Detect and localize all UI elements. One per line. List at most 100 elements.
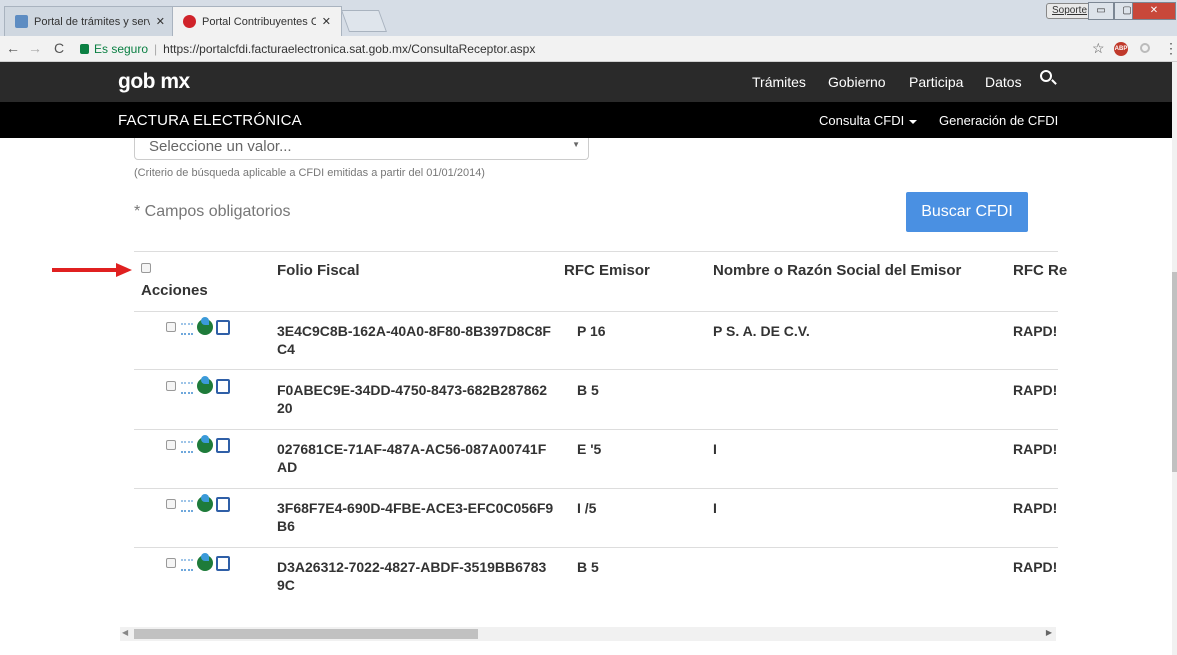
vertical-scrollbar[interactable]: [1172, 62, 1177, 655]
xml-download-icon[interactable]: [180, 498, 194, 512]
gob-logo[interactable]: gob mx: [118, 70, 190, 94]
rfc-receptor: RAPD!: [1013, 500, 1058, 516]
lock-icon: [80, 44, 89, 54]
horizontal-scroll-thumb[interactable]: [134, 629, 478, 639]
row-actions: [166, 376, 230, 394]
web-view-icon[interactable]: [197, 376, 213, 394]
document-icon[interactable]: [216, 437, 230, 453]
folio-fiscal: F0ABEC9E-34DD-4750-8473-682B287862: [277, 382, 548, 398]
select-value: Seleccione un valor...: [149, 138, 292, 155]
web-view-icon[interactable]: [197, 553, 213, 571]
rfc-emisor: E '5: [577, 441, 602, 457]
row-checkbox[interactable]: [166, 558, 176, 568]
soporte-button[interactable]: Soporte: [1046, 3, 1094, 19]
tab-title: Portal Contribuyentes CF: [202, 15, 316, 28]
row-checkbox[interactable]: [166, 322, 176, 332]
rfc-receptor: RAPD!: [1013, 441, 1058, 457]
select-all-checkbox[interactable]: [141, 263, 151, 273]
browser-tab-portal-tramites[interactable]: Portal de trámites y servi ✕: [4, 6, 176, 36]
xml-download-icon[interactable]: [180, 380, 194, 394]
nav-tramites[interactable]: Trámites: [752, 74, 806, 90]
reload-icon[interactable]: C: [54, 40, 64, 56]
row-divider: [134, 488, 1058, 489]
browser-tab-strip: Portal de trámites y servi ✕ Portal Cont…: [0, 0, 1177, 36]
header-folio-fiscal[interactable]: Folio Fiscal: [277, 262, 360, 279]
document-icon[interactable]: [216, 378, 230, 394]
red-arrow-annotation: [52, 263, 132, 277]
factura-title: FACTURA ELECTRÓNICA: [118, 112, 302, 129]
sat-favicon-icon: [15, 15, 28, 28]
folio-fiscal-tail: 9C: [277, 577, 295, 593]
web-view-icon[interactable]: [197, 435, 213, 453]
vertical-scroll-thumb[interactable]: [1172, 272, 1177, 472]
scroll-right-icon[interactable]: ▶: [1046, 628, 1052, 637]
document-icon[interactable]: [216, 555, 230, 571]
required-fields-note: * Campos obligatorios: [134, 203, 291, 220]
row-actions: [166, 553, 230, 571]
generacion-cfdi-link[interactable]: Generación de CFDI: [939, 113, 1058, 128]
header-rfc-emisor[interactable]: RFC Emisor: [564, 262, 650, 279]
rfc-emisor: P 16: [577, 323, 606, 339]
minimize-button[interactable]: ▭: [1088, 2, 1114, 20]
chevron-down-icon: ▼: [572, 140, 580, 149]
browser-menu-icon[interactable]: ⋮: [1164, 40, 1177, 57]
scroll-left-icon[interactable]: ◀: [122, 628, 128, 637]
forward-icon[interactable]: →: [28, 40, 42, 56]
factura-header: FACTURA ELECTRÓNICA Consulta CFDI Genera…: [0, 102, 1172, 138]
sat-red-favicon-icon: [183, 15, 196, 28]
row-divider: [134, 547, 1058, 548]
rfc-receptor: RAPD!: [1013, 323, 1058, 339]
xml-download-icon[interactable]: [180, 321, 194, 335]
criterio-note: (Criterio de búsqueda aplicable a CFDI e…: [134, 167, 485, 179]
web-view-icon[interactable]: [197, 494, 213, 512]
row-checkbox[interactable]: [166, 499, 176, 509]
document-icon[interactable]: [216, 496, 230, 512]
adblock-icon[interactable]: ABP: [1114, 42, 1128, 56]
buscar-cfdi-button[interactable]: Buscar CFDI: [906, 192, 1028, 232]
row-divider: [134, 369, 1058, 370]
nav-participa[interactable]: Participa: [909, 74, 963, 90]
close-icon[interactable]: ✕: [156, 15, 165, 28]
close-icon[interactable]: ✕: [322, 15, 331, 28]
new-tab-button[interactable]: [340, 10, 388, 32]
folio-fiscal-tail: C4: [277, 341, 295, 357]
nombre-emisor: I: [713, 441, 717, 457]
nav-gobierno[interactable]: Gobierno: [828, 74, 886, 90]
consulta-cfdi-menu[interactable]: Consulta CFDI: [819, 113, 918, 128]
rfc-emisor: I /5: [577, 500, 597, 516]
horizontal-scrollbar[interactable]: ◀ ▶: [120, 627, 1056, 641]
row-checkbox[interactable]: [166, 381, 176, 391]
url-text: https://portalcfdi.facturaelectronica.sa…: [163, 42, 536, 56]
nombre-emisor: I: [713, 500, 717, 516]
xml-download-icon[interactable]: [180, 439, 194, 453]
rfc-emisor: B 5: [577, 382, 599, 398]
row-divider: [134, 311, 1058, 312]
url-separator: |: [154, 42, 158, 56]
xml-download-icon[interactable]: [180, 557, 194, 571]
nav-datos[interactable]: Datos: [985, 74, 1022, 90]
secure-label: Es seguro: [94, 42, 149, 56]
url-field[interactable]: Es seguro | https://portalcfdi.facturael…: [80, 39, 1080, 59]
rfc-receptor: RAPD!: [1013, 382, 1058, 398]
row-checkbox[interactable]: [166, 440, 176, 450]
extension-icon[interactable]: [1140, 43, 1150, 53]
browser-tab-portal-contribuyentes[interactable]: Portal Contribuyentes CF ✕: [172, 6, 342, 36]
folio-fiscal: 3F68F7E4-690D-4FBE-ACE3-EFC0C056F9: [277, 500, 554, 516]
search-icon[interactable]: [1040, 70, 1052, 82]
row-actions: [166, 317, 230, 335]
document-icon[interactable]: [216, 319, 230, 335]
rfc-receptor: RAPD!: [1013, 559, 1058, 575]
gob-header: gob mx Trámites Gobierno Participa Datos: [0, 62, 1172, 102]
rfc-emisor: B 5: [577, 559, 599, 575]
search-criteria-select[interactable]: Seleccione un valor... ▼: [134, 138, 589, 160]
back-icon[interactable]: ←: [6, 40, 20, 56]
bookmark-star-icon[interactable]: ☆: [1092, 40, 1105, 57]
table-divider: [134, 251, 1058, 252]
header-nombre-emisor[interactable]: Nombre o Razón Social del Emisor: [713, 262, 961, 279]
web-view-icon[interactable]: [197, 317, 213, 335]
folio-fiscal: D3A26312-7022-4827-ABDF-3519BB6783: [277, 559, 547, 575]
header-rfc-receptor[interactable]: RFC Re: [1013, 262, 1067, 279]
window-close-button[interactable]: ✕: [1132, 2, 1176, 20]
folio-fiscal-tail: B6: [277, 518, 295, 534]
folio-fiscal-tail: AD: [277, 459, 298, 475]
